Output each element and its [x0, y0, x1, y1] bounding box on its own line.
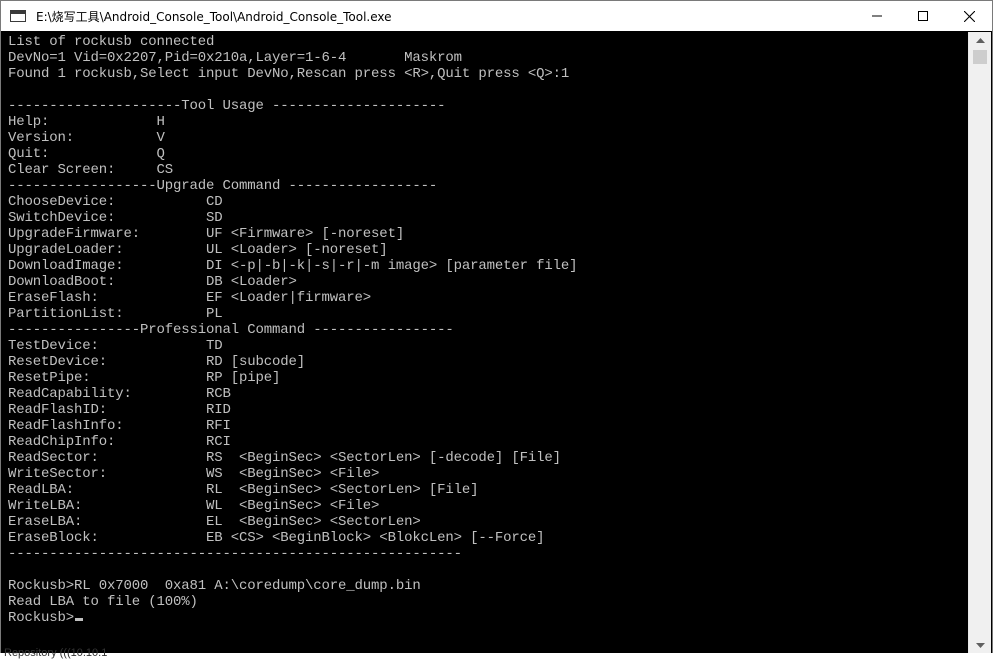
- scrollbar-thumb[interactable]: [973, 50, 987, 64]
- console-prompt: Rockusb>: [8, 610, 75, 626]
- maximize-icon: [918, 11, 928, 21]
- console-line: Read LBA to file (100%): [8, 594, 198, 610]
- console-line: SwitchDevice: SD: [8, 210, 223, 226]
- console-line: DownloadImage: DI <-p|-b|-k|-s|-r|-m ima…: [8, 258, 578, 274]
- console-line: UpgradeLoader: UL <Loader> [-noreset]: [8, 242, 388, 258]
- console-line: EraseBlock: EB <CS> <BeginBlock> <BlokcL…: [8, 530, 545, 546]
- console-line: ResetPipe: RP [pipe]: [8, 370, 281, 386]
- close-icon: [963, 10, 975, 22]
- console-line: ChooseDevice: CD: [8, 194, 223, 210]
- console-line: ReadChipInfo: RCI: [8, 434, 231, 450]
- vertical-scrollbar[interactable]: [968, 32, 991, 654]
- console-line: ReadSector: RS <BeginSec> <SectorLen> [-…: [8, 450, 561, 466]
- console-line: Clear Screen: CS: [8, 162, 174, 178]
- console-line: ReadCapability: RCB: [8, 386, 231, 402]
- background-window-text: Repository (((10.10.1: [4, 647, 108, 659]
- close-button[interactable]: [946, 1, 992, 31]
- console-line: EraseFlash: EF <Loader|firmware>: [8, 290, 372, 306]
- console-line: WriteLBA: WL <BeginSec> <File>: [8, 498, 380, 514]
- console-line: ReadFlashID: RID: [8, 402, 231, 418]
- maximize-button[interactable]: [900, 1, 946, 31]
- console-line: ReadLBA: RL <BeginSec> <SectorLen> [File…: [8, 482, 479, 498]
- console-line: DownloadBoot: DB <Loader>: [8, 274, 297, 290]
- console-line: Found 1 rockusb,Select input DevNo,Resca…: [8, 66, 570, 82]
- text-cursor: [75, 618, 84, 621]
- window-title: E:\烧写工具\Android_Console_Tool\Android_Con…: [36, 9, 392, 24]
- console-window: E:\烧写工具\Android_Console_Tool\Android_Con…: [0, 0, 993, 660]
- title-bar[interactable]: E:\烧写工具\Android_Console_Tool\Android_Con…: [1, 1, 992, 31]
- console-line: ----------------------------------------…: [8, 546, 462, 562]
- background-window-strip: Repository (((10.10.1: [0, 647, 993, 660]
- arrow-down-icon: [975, 643, 985, 648]
- minimize-icon: [872, 15, 882, 17]
- console-line: List of rockusb connected: [8, 34, 215, 50]
- console-line: ------------------Upgrade Command ------…: [8, 178, 438, 194]
- console-line: EraseLBA: EL <BeginSec> <SectorLen>: [8, 514, 421, 530]
- console-line: DevNo=1 Vid=0x2207,Pid=0x210a,Layer=1-6-…: [8, 50, 462, 66]
- console-output[interactable]: List of rockusb connected DevNo=1 Vid=0x2…: [2, 32, 969, 654]
- console-line: Quit: Q: [8, 146, 165, 162]
- console-line: ---------------------Tool Usage --------…: [8, 98, 446, 114]
- console-prompt-line[interactable]: Rockusb>: [8, 610, 577, 626]
- console-line: Version: V: [8, 130, 165, 146]
- console-line: ----------------Professional Command ---…: [8, 322, 454, 338]
- scroll-up-button[interactable]: [969, 32, 991, 49]
- console-line: ResetDevice: RD [subcode]: [8, 354, 306, 370]
- console-line: UpgradeFirmware: UF <Firmware> [-noreset…: [8, 226, 405, 242]
- console-line: WriteSector: WS <BeginSec> <File>: [8, 466, 380, 482]
- console-app-icon: [10, 10, 26, 22]
- console-lines: List of rockusb connected DevNo=1 Vid=0x2…: [8, 34, 578, 626]
- console-line: ReadFlashInfo: RFI: [8, 418, 231, 434]
- console-line: Help: H: [8, 114, 165, 130]
- arrow-up-icon: [975, 38, 985, 43]
- scroll-down-button[interactable]: [969, 637, 991, 654]
- console-line: TestDevice: TD: [8, 338, 223, 354]
- window-controls: [854, 1, 992, 31]
- console-line: PartitionList: PL: [8, 306, 223, 322]
- minimize-button[interactable]: [854, 1, 900, 31]
- console-line: Rockusb>RL 0x7000 0xa81 A:\coredump\core…: [8, 578, 421, 594]
